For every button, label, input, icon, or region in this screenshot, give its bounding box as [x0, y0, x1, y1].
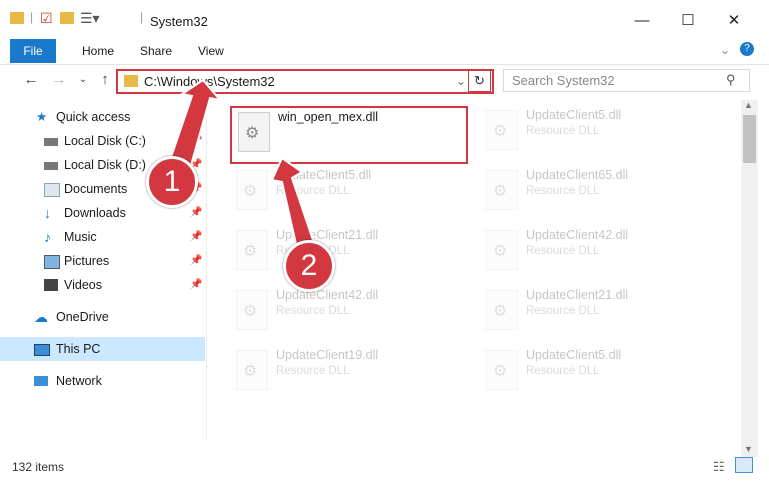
callout-step-2: 2	[283, 240, 335, 292]
callout-step-1: 1	[146, 156, 198, 208]
annotation-arrows	[166, 78, 320, 264]
